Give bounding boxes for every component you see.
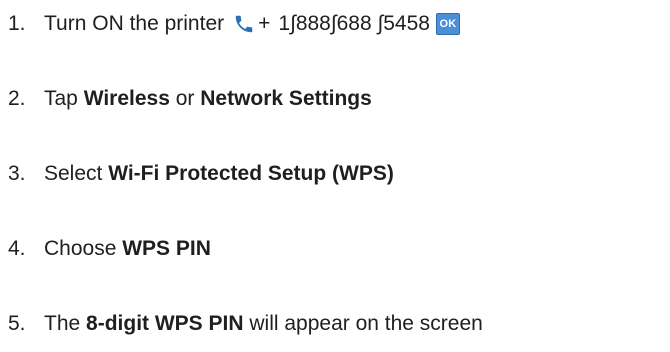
- ok-badge: OK: [435, 13, 460, 35]
- step-prefix: The: [44, 312, 87, 335]
- step-keyword-wps: Wi-Fi Protected Setup (WPS): [108, 162, 394, 185]
- phone-number: 1∫888∫688 ∫5458: [278, 12, 430, 35]
- step-5: 5. The 8-digit WPS PIN will appear on th…: [0, 304, 670, 344]
- step-keyword-wireless: Wireless: [83, 87, 170, 110]
- step-suffix: will appear on the screen: [243, 312, 483, 335]
- step-number: 2.: [8, 87, 26, 110]
- step-keyword-8-digit-pin: 8-digit WPS PIN: [86, 312, 244, 335]
- plus-sign: +: [258, 12, 271, 35]
- step-number: 5.: [8, 312, 26, 335]
- step-text: Turn ON the printer: [44, 12, 225, 35]
- step-number: 3.: [8, 162, 26, 185]
- step-text: Select Wi-Fi Protected Setup (WPS): [44, 162, 394, 186]
- step-middle: or: [169, 87, 201, 110]
- step-prefix: Select: [44, 162, 109, 185]
- step-2: 2. Tap Wireless or Network Settings: [0, 79, 670, 119]
- step-keyword-network-settings: Network Settings: [200, 87, 372, 110]
- step-prefix: Choose: [44, 237, 123, 260]
- phone-icon: [232, 13, 256, 35]
- step-text: Tap Wireless or Network Settings: [44, 87, 372, 111]
- step-prefix: Tap: [44, 87, 84, 110]
- step-number: 1.: [8, 12, 26, 35]
- step-3: 3. Select Wi-Fi Protected Setup (WPS): [0, 154, 670, 194]
- step-text: Choose WPS PIN: [44, 237, 211, 261]
- step-text: The 8-digit WPS PIN will appear on the s…: [44, 312, 483, 336]
- step-4: 4. Choose WPS PIN: [0, 229, 670, 269]
- step-1: 1. Turn ON the printer + 1∫888∫688 ∫5458…: [0, 4, 670, 44]
- step-number: 4.: [8, 237, 26, 260]
- step-keyword-wps-pin: WPS PIN: [122, 237, 211, 260]
- instruction-list: 1. Turn ON the printer + 1∫888∫688 ∫5458…: [0, 0, 670, 352]
